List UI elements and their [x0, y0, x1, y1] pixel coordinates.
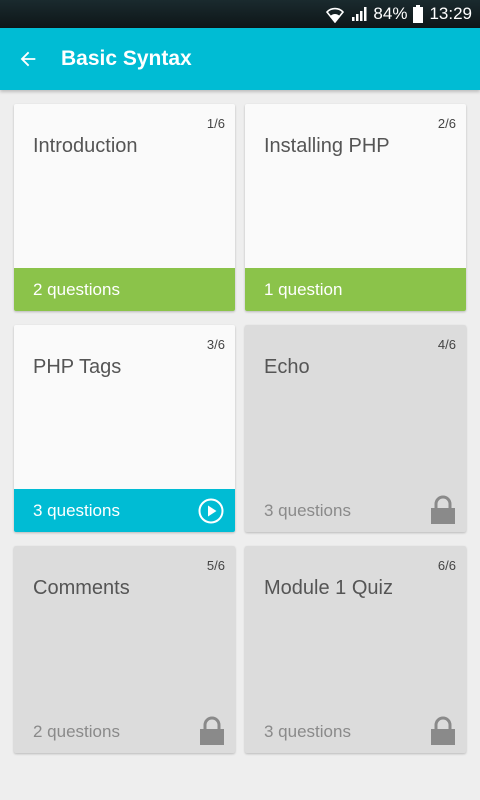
lesson-grid: 1/6 Introduction 2 questions 2/6 Install…: [0, 0, 480, 800]
lesson-title: PHP Tags: [33, 356, 122, 378]
lesson-index: 1/6: [206, 116, 225, 131]
lesson-card-echo[interactable]: 4/6 Echo 3 questions: [245, 325, 466, 532]
lock-icon: [200, 716, 224, 745]
question-count: 2 questions: [33, 722, 120, 741]
lesson-index: 5/6: [206, 558, 225, 573]
lesson-card-comments[interactable]: 5/6 Comments 2 questions: [14, 546, 235, 753]
lesson-index: 6/6: [437, 558, 456, 573]
lesson-footer: 3 questions: [245, 710, 466, 753]
lesson-footer: 3 questions: [245, 489, 466, 532]
question-count: 2 questions: [33, 280, 120, 299]
lesson-footer: 2 questions: [14, 268, 235, 311]
lesson-footer: 1 question: [245, 268, 466, 311]
lesson-card-php-tags[interactable]: 3/6 PHP Tags 3 questions: [14, 325, 235, 532]
lock-icon: [431, 716, 455, 745]
lesson-index: 3/6: [206, 337, 225, 352]
question-count: 1 question: [264, 280, 343, 299]
question-count: 3 questions: [33, 501, 120, 520]
lesson-index: 4/6: [437, 337, 456, 352]
lesson-card-installing-php[interactable]: 2/6 Installing PHP 1 question: [245, 104, 466, 311]
lesson-title: Echo: [264, 356, 310, 378]
question-count: 3 questions: [264, 501, 351, 520]
lesson-card-introduction[interactable]: 1/6 Introduction 2 questions: [14, 104, 235, 311]
lesson-index: 2/6: [437, 116, 456, 131]
play-icon[interactable]: [198, 498, 224, 524]
lesson-footer: 3 questions: [14, 489, 235, 532]
lesson-title: Introduction: [33, 135, 138, 157]
question-count: 3 questions: [264, 722, 351, 741]
lesson-card-module-1-quiz[interactable]: 6/6 Module 1 Quiz 3 questions: [245, 546, 466, 753]
lesson-title: Comments: [33, 577, 130, 599]
lesson-title: Installing PHP: [264, 135, 390, 157]
lock-icon: [431, 495, 455, 524]
lesson-footer: 2 questions: [14, 710, 235, 753]
lesson-title: Module 1 Quiz: [264, 577, 393, 599]
